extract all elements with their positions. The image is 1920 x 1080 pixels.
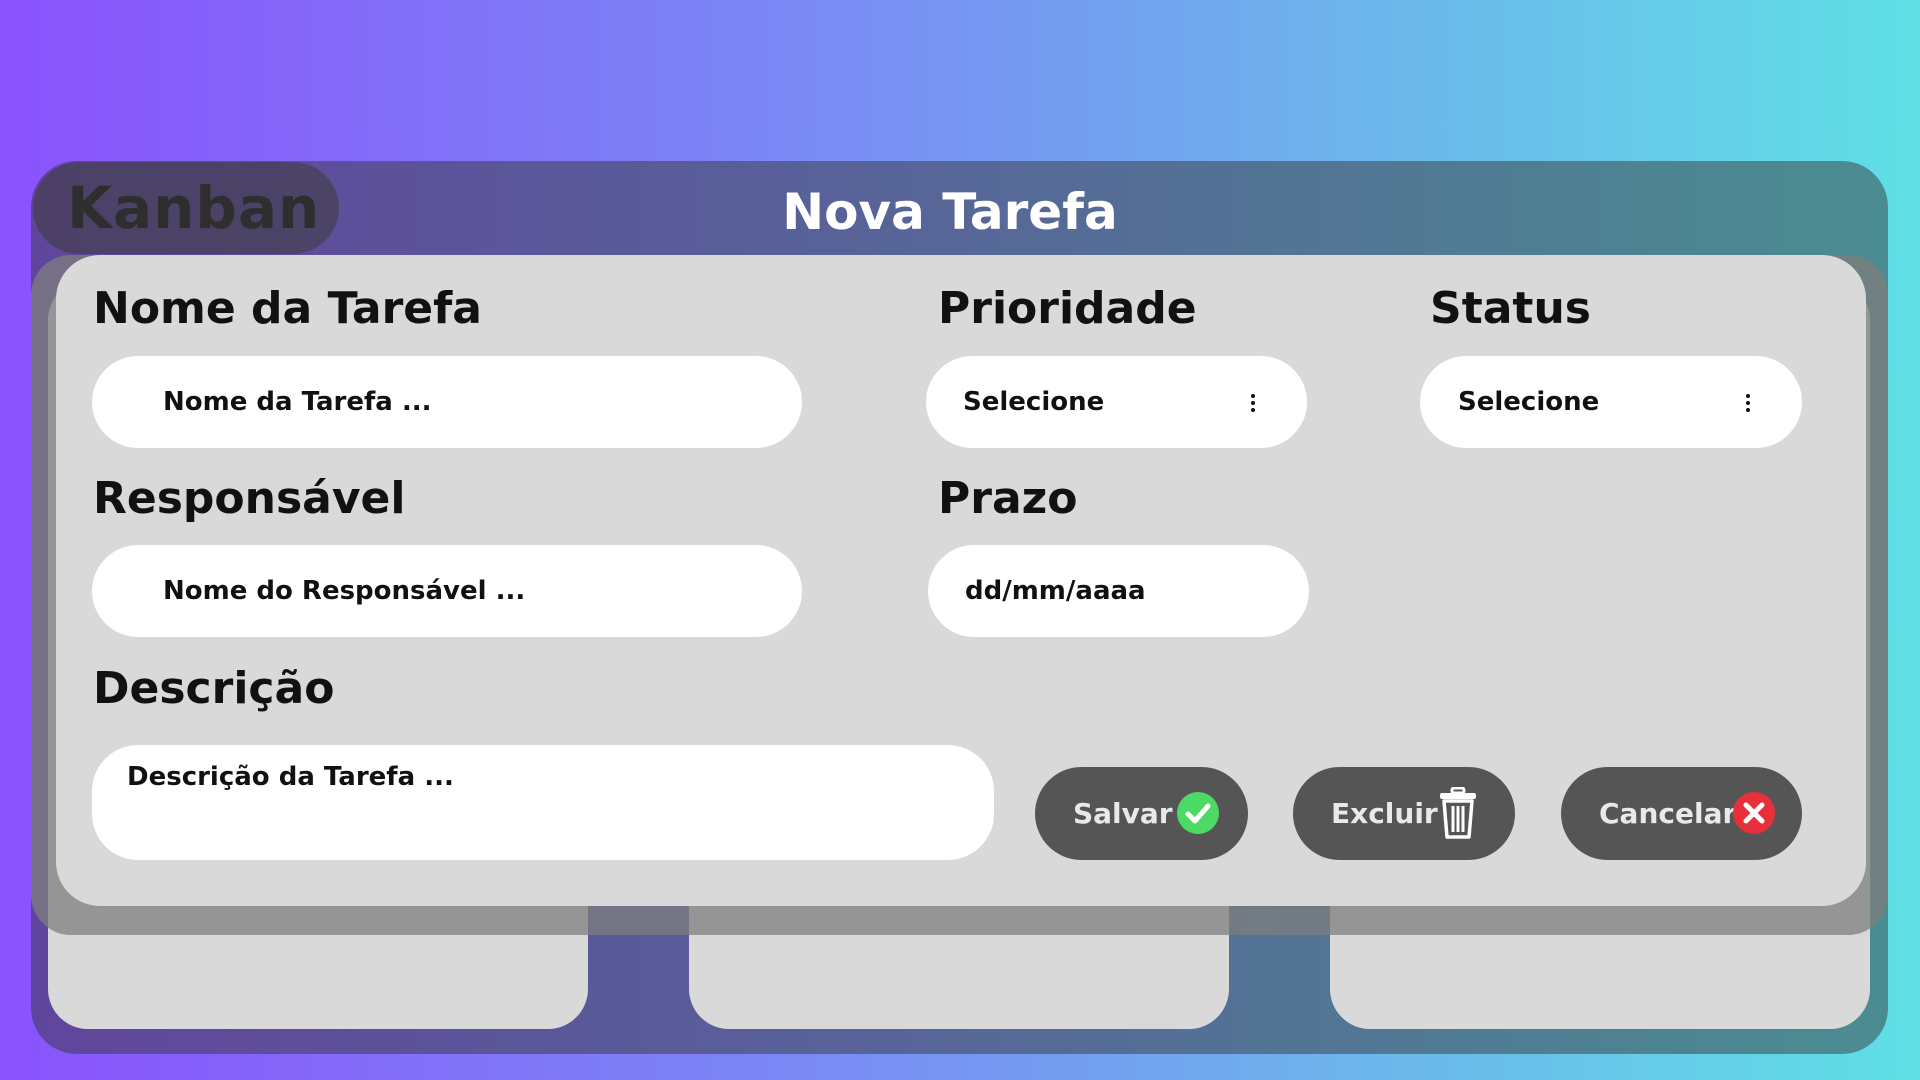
- modal-title: Nova Tarefa: [782, 183, 1118, 241]
- status-label: Status: [1430, 283, 1591, 334]
- deadline-input[interactable]: dd/mm/aaaa: [928, 545, 1309, 637]
- description-label: Descrição: [93, 663, 335, 714]
- cancel-button-label: Cancelar: [1599, 797, 1737, 830]
- delete-button-label: Excluir: [1331, 797, 1438, 830]
- cancel-button[interactable]: Cancelar: [1561, 767, 1802, 860]
- assignee-input[interactable]: Nome do Responsável ...: [92, 545, 802, 637]
- assignee-placeholder: Nome do Responsável ...: [163, 576, 526, 606]
- check-circle-icon: [1177, 792, 1219, 834]
- description-textarea[interactable]: Descrição da Tarefa ...: [92, 745, 994, 860]
- priority-label: Prioridade: [938, 283, 1197, 334]
- priority-select-value: Selecione: [963, 387, 1105, 417]
- task-name-placeholder: Nome da Tarefa ...: [163, 387, 432, 417]
- deadline-placeholder: dd/mm/aaaa: [965, 576, 1146, 606]
- trash-icon: [1440, 787, 1476, 839]
- save-button[interactable]: Salvar: [1035, 767, 1248, 860]
- more-vertical-icon: [1251, 394, 1255, 412]
- x-circle-icon: [1733, 792, 1775, 834]
- description-placeholder: Descrição da Tarefa ...: [127, 762, 454, 792]
- task-name-input[interactable]: Nome da Tarefa ...: [92, 356, 802, 448]
- save-button-label: Salvar: [1073, 797, 1173, 830]
- task-name-label: Nome da Tarefa: [93, 283, 482, 334]
- delete-button[interactable]: Excluir: [1293, 767, 1515, 860]
- deadline-label: Prazo: [938, 473, 1078, 524]
- status-select[interactable]: Selecione: [1420, 356, 1802, 448]
- priority-select[interactable]: Selecione: [926, 356, 1307, 448]
- status-select-value: Selecione: [1458, 387, 1600, 417]
- assignee-label: Responsável: [93, 473, 406, 524]
- more-vertical-icon: [1746, 394, 1750, 412]
